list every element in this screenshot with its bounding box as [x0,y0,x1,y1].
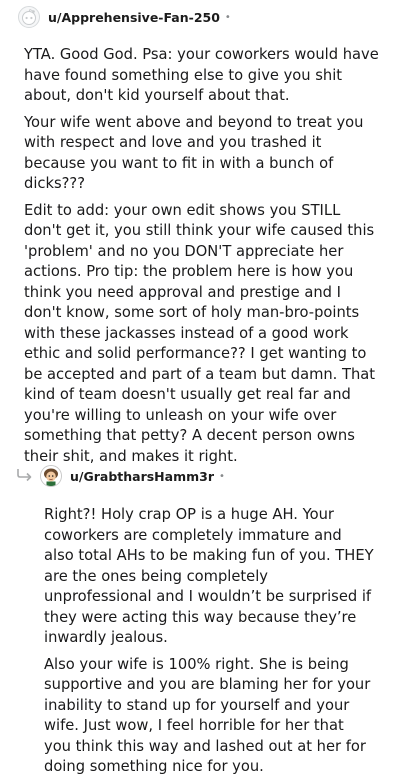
reply-header: u/GrabtharsHamm3r • [40,464,225,488]
reply-paragraph: Also your wife is 100% right. She is bei… [44,655,371,776]
reply-paragraph: Right?! Holy crap OP is a huge AH. Your … [44,506,374,646]
reply-arrow-icon [16,467,34,486]
reply-body: Right?! Holy crap OP is a huge AH. Your … [44,505,374,784]
comment-paragraph: YTA. Good God. Psa: your coworkers would… [24,46,379,104]
separator-dot: • [219,470,225,482]
comment-body: YTA. Good God. Psa: your coworkers would… [24,45,382,473]
comment-paragraph: Your wife went above and beyond to treat… [24,113,364,193]
separator-dot: • [224,11,231,23]
comment-username[interactable]: u/Apprehensive-Fan-250 [48,10,220,25]
comment-thread: u/Apprehensive-Fan-250 • YTA. Good God. … [0,0,400,782]
reply-username[interactable]: u/GrabtharsHamm3r [70,469,214,484]
comment-paragraph: Edit to add: your own edit shows you STI… [24,201,376,465]
reddit-snoo-avatar-icon[interactable] [18,6,40,28]
cartoon-avatar-icon[interactable] [40,465,62,487]
comment-header: u/Apprehensive-Fan-250 • [18,4,231,30]
